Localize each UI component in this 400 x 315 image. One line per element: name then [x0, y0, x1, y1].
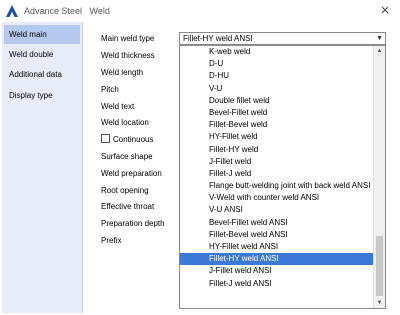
weld-thickness-label: Weld thickness [101, 51, 155, 60]
main-weld-type-label: Main weld type [101, 34, 155, 43]
weld-preparation-label: Weld preparation [101, 169, 162, 178]
dropdown-scrollbar[interactable]: ▲ ▼ [373, 46, 385, 308]
surface-shape-label: Surface shape [101, 152, 153, 161]
dropdown-option[interactable]: HY-Fillet weld ANSI [180, 241, 376, 253]
pitch-label: Pitch [101, 85, 119, 94]
weld-location-label: Weld location [101, 118, 149, 127]
dropdown-option[interactable]: J-Fillet weld ANSI [180, 265, 376, 277]
scroll-up-icon[interactable]: ▲ [374, 46, 385, 56]
main-weld-type-combobox[interactable]: Fillet-HY weld ANSI ▼ [179, 32, 386, 45]
dropdown-option[interactable]: Fillet-HY weld [180, 144, 376, 156]
chevron-down-icon[interactable]: ▼ [376, 33, 383, 44]
weld-length-label: Weld length [101, 68, 144, 77]
dropdown-option[interactable]: Fillet-J weld ANSI [180, 278, 376, 290]
dropdown-option[interactable]: Bevel-Fillet weld ANSI [180, 217, 376, 229]
advance-steel-logo-icon [6, 5, 18, 17]
dropdown-option[interactable]: K-web weld [180, 46, 376, 58]
dropdown-option[interactable]: Flange butt-welding joint with back weld… [180, 180, 376, 192]
title-bar: Advance Steel Weld ✕ [0, 0, 400, 22]
combo-selected-value: Fillet-HY weld ANSI [183, 34, 253, 43]
sidebar-item-weld-double[interactable]: Weld double [4, 45, 80, 64]
root-opening-label: Root opening [101, 186, 149, 195]
dropdown-option[interactable]: HY-Fillet weld [180, 131, 376, 143]
sidebar-item-display-type[interactable]: Display type [4, 86, 80, 105]
scroll-down-icon[interactable]: ▼ [374, 298, 385, 308]
continuous-label: Continuous [113, 135, 154, 144]
sidebar: Weld main Weld double Additional data Di… [2, 22, 83, 313]
dropdown-options: K-web weld D-U D-HU V-U Double fillet weld Be… [180, 46, 376, 290]
dropdown-option[interactable]: Fillet-Bevel weld [180, 119, 376, 131]
weld-type-dropdown-list[interactable]: K-web weld D-U D-HU V-U Double fillet weld Be… [179, 45, 386, 309]
window-title: Advance Steel Weld [24, 6, 110, 16]
weld-text-label: Weld text [101, 102, 135, 111]
dropdown-option[interactable]: Bevel-Fillet weld [180, 107, 376, 119]
dropdown-option[interactable]: D-U [180, 58, 376, 70]
dropdown-option[interactable]: D-HU [180, 70, 376, 82]
effective-throat-label: Effective throat [101, 202, 155, 211]
dropdown-option[interactable]: Fillet-HY weld ANSI [180, 253, 376, 266]
sidebar-item-weld-main[interactable]: Weld main [4, 25, 80, 44]
dropdown-option[interactable]: V-U ANSI [180, 204, 376, 216]
dropdown-option[interactable]: Fillet-Bevel weld ANSI [180, 229, 376, 241]
continuous-checkbox[interactable] [101, 134, 110, 143]
dropdown-option[interactable]: Double fillet weld [180, 95, 376, 107]
close-button[interactable]: ✕ [376, 3, 394, 19]
preparation-depth-label: Preparation depth [101, 219, 165, 228]
dropdown-option[interactable]: V-Weld with counter weld ANSI [180, 192, 376, 204]
dropdown-option[interactable]: V-U [180, 83, 376, 95]
sidebar-item-additional-data[interactable]: Additional data [4, 65, 80, 84]
scrollbar-thumb[interactable] [376, 236, 383, 296]
dropdown-option[interactable]: Fillet-J weld [180, 168, 376, 180]
prefix-label: Prefix [101, 236, 122, 245]
dropdown-option[interactable]: J-Fillet weld [180, 156, 376, 168]
